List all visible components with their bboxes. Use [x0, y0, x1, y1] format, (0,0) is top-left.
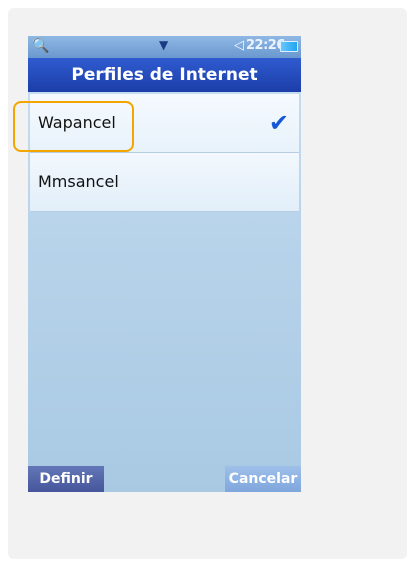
definir-button[interactable]: Definir: [28, 466, 104, 492]
chevron-down-icon[interactable]: ▼: [159, 38, 168, 52]
softkey-bar: Definir Cancelar: [28, 466, 301, 492]
status-bar: 🔍 ▼ ◁ 22:26: [28, 36, 301, 58]
speaker-icon: ◁: [234, 38, 244, 53]
profile-label: Mmsancel: [38, 172, 119, 191]
page-title: Perfiles de Internet: [28, 58, 301, 92]
check-icon: ✔: [268, 109, 289, 137]
cancelar-button[interactable]: Cancelar: [225, 466, 301, 492]
profile-row-mmsancel[interactable]: Mmsancel: [30, 153, 299, 212]
focus-highlight: [13, 101, 134, 152]
battery-icon: [280, 41, 298, 52]
search-icon[interactable]: 🔍: [32, 38, 49, 54]
